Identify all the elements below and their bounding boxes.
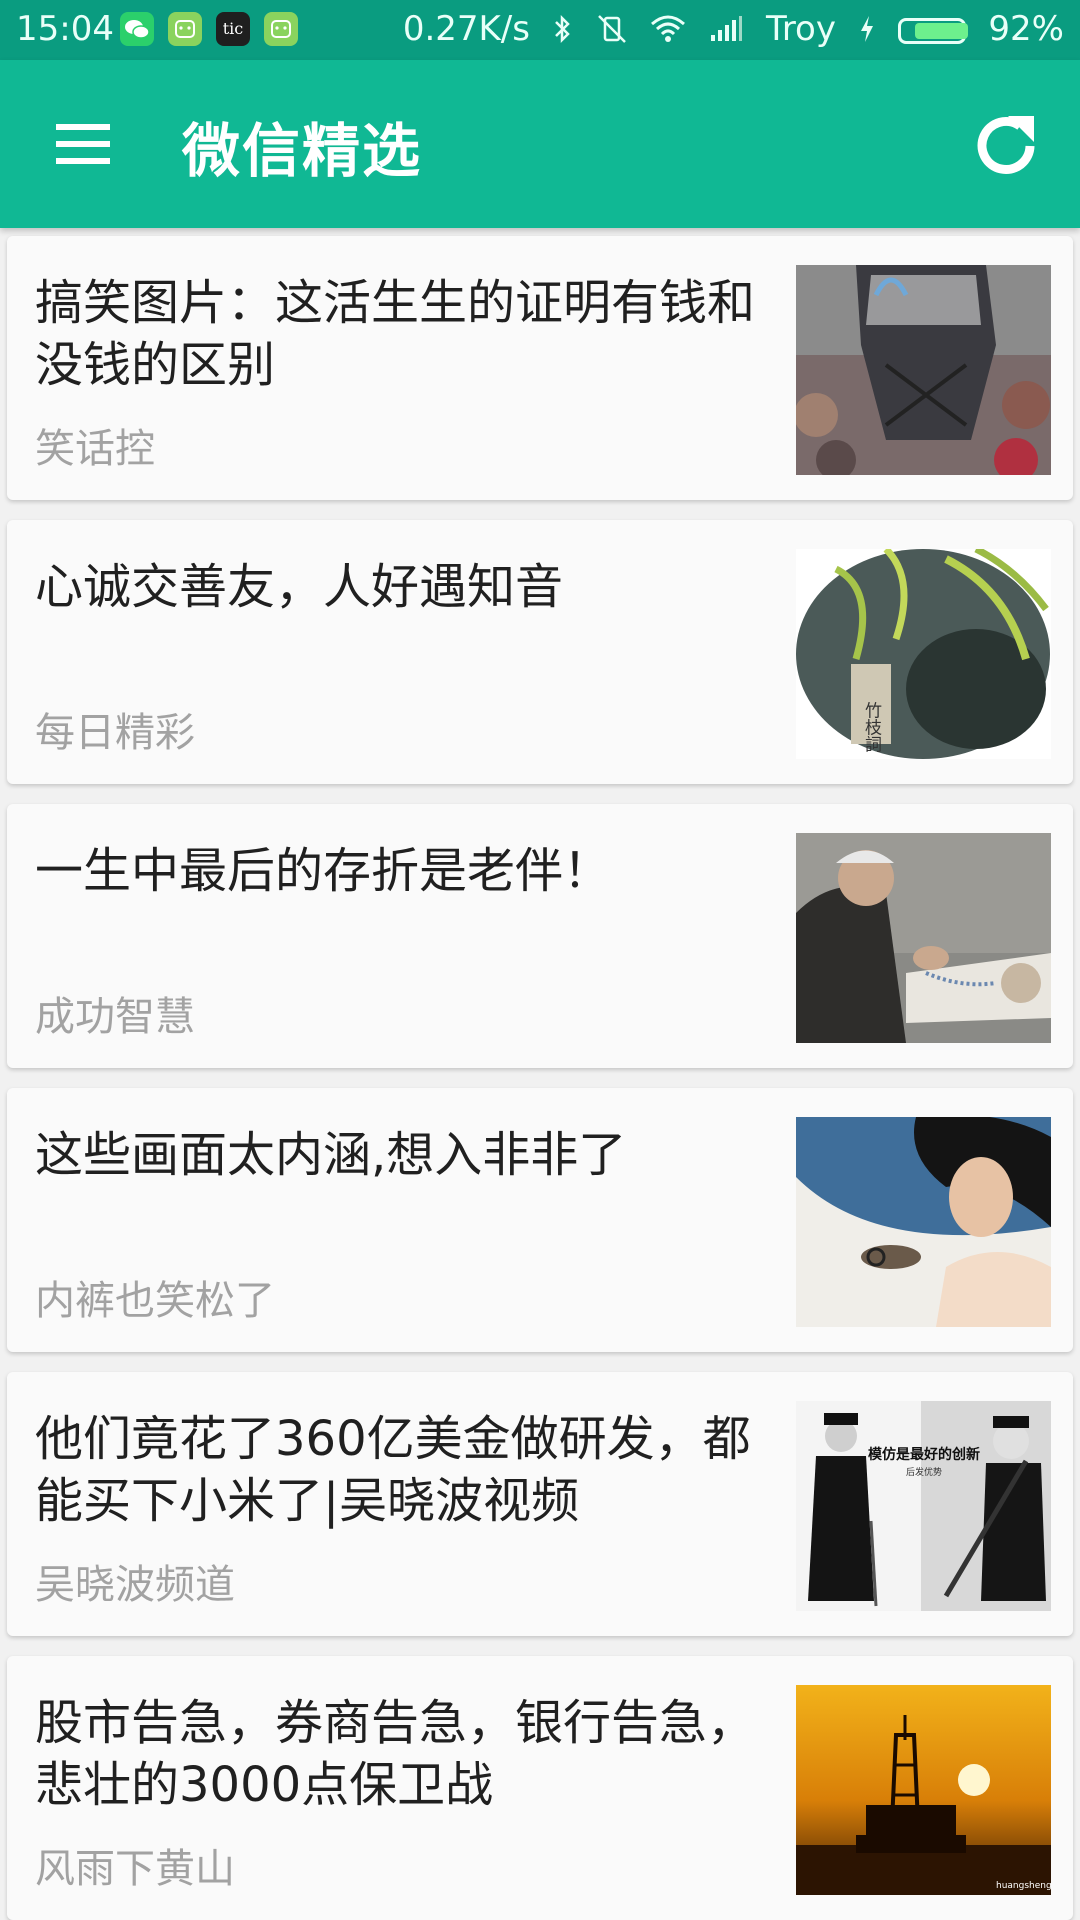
carrier-name: Troy (766, 9, 836, 49)
thumbnail-watermark: huangsheng (996, 1881, 1051, 1891)
article-source: 每日精彩 (35, 710, 195, 756)
status-right-group: 0.27K/s Troy 92% (391, 9, 1064, 49)
article-thumbnail (796, 1117, 1051, 1327)
article-thumbnail: 模仿是最好的创新 后发优势 (796, 1401, 1051, 1611)
article-card[interactable]: 一生中最后的存折是老伴！ 成功智慧 (7, 804, 1073, 1068)
status-time: 15:04 (16, 9, 114, 49)
thumbnail-caption: 模仿是最好的创新 (868, 1446, 980, 1463)
article-title: 这些画面太内涵,想入非非了 (35, 1127, 627, 1183)
battery-percent: 92% (988, 9, 1064, 49)
charging-icon (859, 9, 875, 49)
article-card[interactable]: 搞笑图片：这活生生的证明有钱和没钱的区别 笑话控 (7, 236, 1073, 500)
tic-icon: tic (216, 12, 250, 46)
app-bar: 微信精选 (0, 60, 1080, 228)
article-title: 股市告急，券商告急，银行告急，悲壮的3000点保卫战 (35, 1695, 756, 1813)
article-title: 一生中最后的存折是老伴！ (35, 843, 612, 899)
article-title: 心诚交善友，人好遇知音 (35, 559, 564, 615)
article-source: 风雨下黄山 (35, 1846, 235, 1892)
article-source: 吴晓波频道 (35, 1562, 235, 1608)
article-source: 成功智慧 (35, 994, 195, 1040)
article-card[interactable]: 这些画面太内涵,想入非非了 内裤也笑松了 (7, 1088, 1073, 1352)
page-title: 微信精选 (182, 117, 423, 185)
refresh-icon[interactable] (968, 108, 1044, 184)
article-card[interactable]: 心诚交善友，人好遇知音 每日精彩 竹枝詞 (7, 520, 1073, 784)
article-card[interactable]: 他们竟花了360亿美金做研发，都能买下小米了|吴晓波视频 吴晓波频道 模仿是最好… (7, 1372, 1073, 1636)
article-thumbnail: huangsheng (796, 1685, 1051, 1895)
article-card[interactable]: 股市告急，券商告急，银行告急，悲壮的3000点保卫战 风雨下黄山 huangsh… (7, 1656, 1073, 1920)
article-title: 搞笑图片：这活生生的证明有钱和没钱的区别 (35, 275, 756, 393)
article-thumbnail (796, 265, 1051, 475)
status-bar: 15:04 tic 0.27K/s Troy 92% (0, 0, 1080, 60)
battery-icon (897, 18, 968, 44)
bluetooth-icon (553, 9, 573, 49)
thumbnail-caption: 竹枝詞 (861, 701, 882, 752)
signal-icon (709, 9, 743, 49)
mute-vibrate-icon (596, 9, 628, 49)
article-source: 笑话控 (35, 426, 155, 472)
wechat-icon (120, 12, 154, 46)
hamburger-menu-icon[interactable] (52, 120, 112, 168)
wifi-icon (650, 9, 686, 49)
article-source: 内裤也笑松了 (35, 1278, 275, 1324)
cat-icon (168, 12, 202, 46)
article-thumbnail (796, 833, 1051, 1043)
net-speed: 0.27K/s (402, 9, 530, 49)
thumbnail-subcaption: 后发优势 (906, 1466, 942, 1478)
article-thumbnail: 竹枝詞 (796, 549, 1051, 759)
article-title: 他们竟花了360亿美金做研发，都能买下小米了|吴晓波视频 (35, 1411, 751, 1529)
cat-icon (264, 12, 298, 46)
